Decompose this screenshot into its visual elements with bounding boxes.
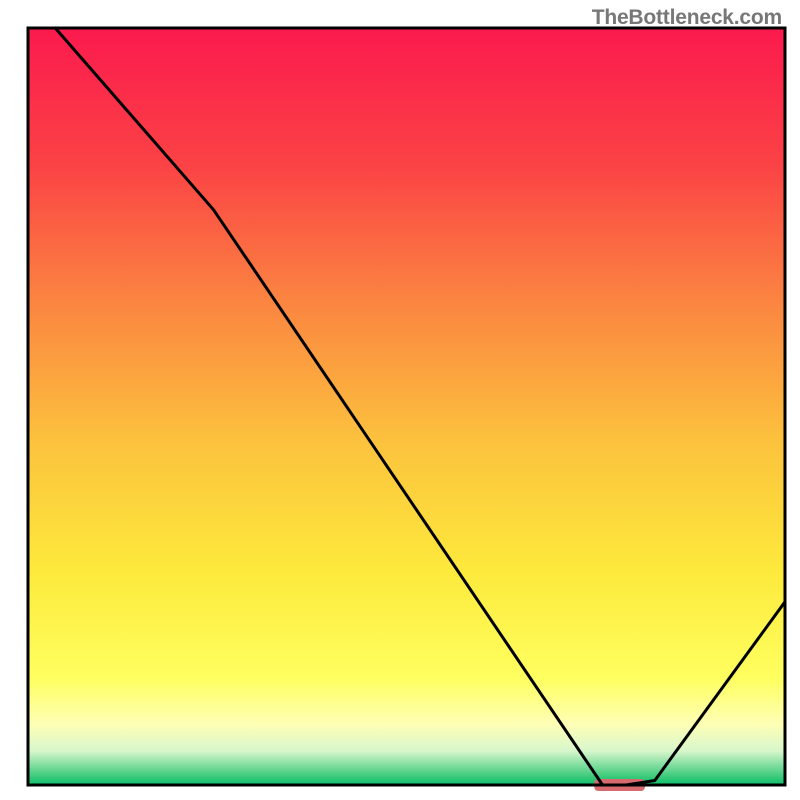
watermark-label: TheBottleneck.com <box>592 6 782 30</box>
bottleneck-plot <box>0 0 800 800</box>
plot-background <box>28 28 785 785</box>
chart-container: TheBottleneck.com <box>0 0 800 800</box>
